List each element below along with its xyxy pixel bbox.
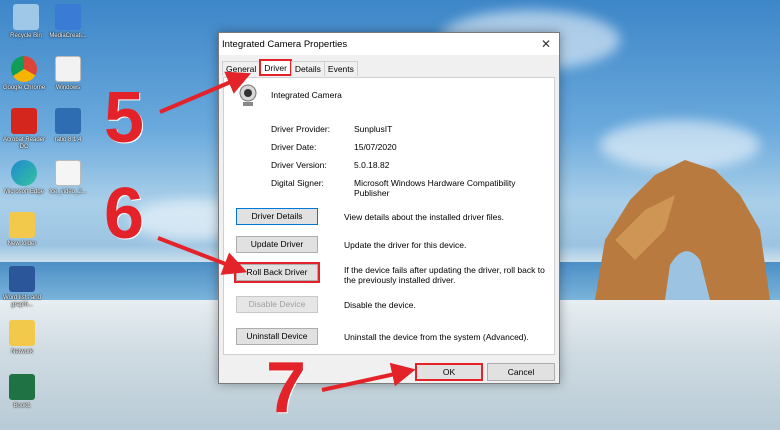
step-7-arrow: [321, 362, 416, 392]
step-5-arrow: [159, 71, 252, 114]
annotation-arrows: [157, 71, 416, 392]
step-6-arrow: [157, 236, 248, 275]
